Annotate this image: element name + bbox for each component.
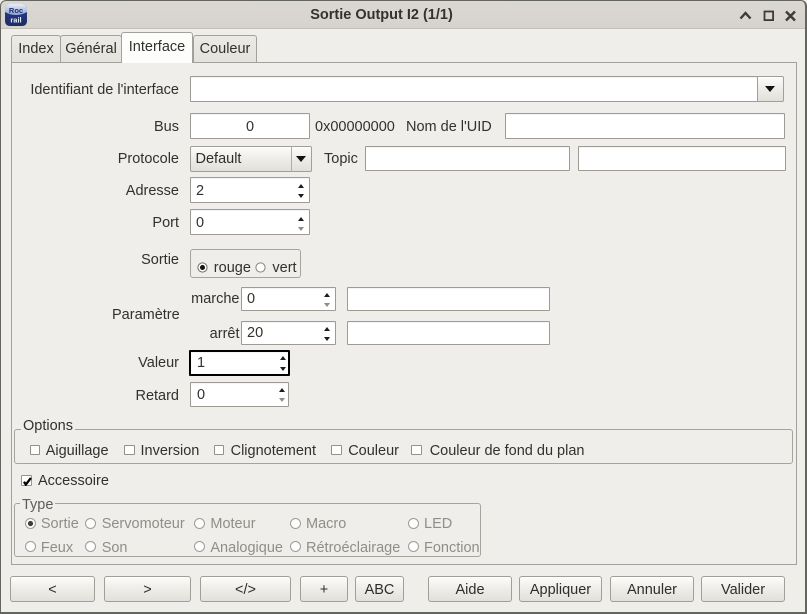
svg-text:rail: rail xyxy=(10,16,21,25)
svg-text:Roc: Roc xyxy=(9,6,23,15)
